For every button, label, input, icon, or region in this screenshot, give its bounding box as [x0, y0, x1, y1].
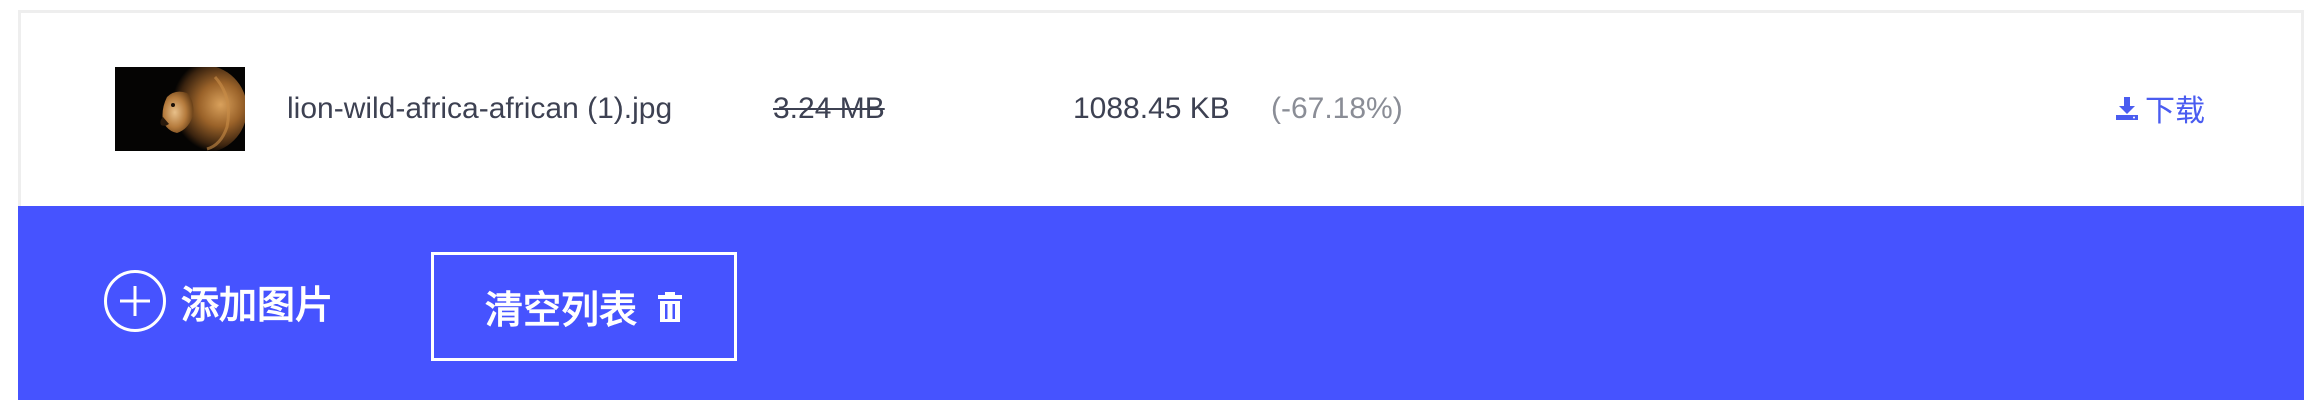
clear-list-label: 清空列表 — [484, 290, 637, 332]
original-size: 3.24 MB — [773, 92, 885, 125]
image-thumbnail — [115, 67, 245, 151]
download-label: 下载 — [2145, 95, 2205, 128]
lion-thumbnail-image — [115, 67, 245, 151]
clear-list-button[interactable]: 清空列表 — [431, 252, 737, 361]
file-name: lion-wild-africa-african (1).jpg — [287, 92, 673, 125]
download-icon — [2116, 97, 2138, 120]
trash-icon — [658, 291, 682, 322]
add-image-label: 添加图片 — [181, 284, 334, 327]
plus-circle-icon — [104, 270, 166, 332]
file-list-item: lion-wild-africa-african (1).jpg 3.24 MB… — [18, 10, 2304, 206]
reduction-percentage: (-67.18%) — [1271, 92, 1403, 125]
add-image-button[interactable]: 添加图片 — [103, 268, 333, 334]
action-bar: 添加图片 清空列表 — [18, 206, 2304, 400]
compressed-size: 1088.45 KB — [1073, 92, 1230, 125]
download-button[interactable]: 下载 — [2113, 88, 2205, 128]
